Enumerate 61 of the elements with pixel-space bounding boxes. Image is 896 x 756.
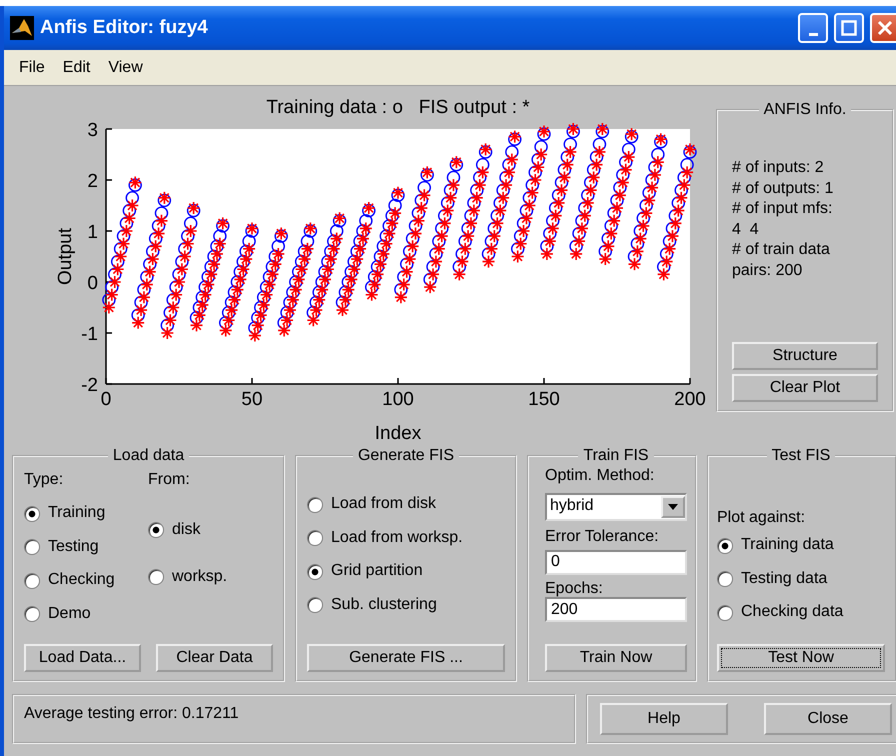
radio-label[interactable]: Checking [48, 572, 115, 589]
panel-title: Test FIS [770, 448, 832, 464]
status-text: Average testing error: 0.17211 [24, 706, 239, 723]
radio-label[interactable]: Grid partition [331, 563, 423, 580]
panel-button[interactable]: Load Data... [24, 644, 141, 672]
window-title: Anfis Editor: fuzy4 [40, 16, 209, 40]
dialog-button[interactable]: Close [764, 703, 892, 735]
info-text: # of input mfs: [732, 199, 834, 219]
method-dropdown[interactable]: hybrid [545, 492, 687, 521]
panel-button[interactable]: Test Now [717, 644, 885, 672]
tick-label: -2 [81, 375, 98, 396]
panel-title: Train FIS [582, 448, 650, 464]
panel-button[interactable]: Structure [732, 342, 878, 370]
tick-label: 1 [87, 222, 98, 243]
info-text: # of inputs: 2 [732, 158, 825, 178]
dialog-button[interactable]: Help [600, 703, 728, 735]
radio-label[interactable]: Testing data [741, 570, 828, 588]
info-text: # of outputs: 1 [732, 178, 834, 198]
axis-label: Output [55, 228, 76, 286]
field-label: Plot against: [717, 510, 806, 527]
tick-label: 3 [87, 120, 98, 141]
info-text: pairs: 200 [732, 260, 804, 280]
radio-label[interactable]: Load from disk [331, 496, 436, 514]
epochs-field[interactable]: 200 [545, 597, 687, 622]
menu-item[interactable]: File [10, 56, 54, 80]
radio-label[interactable]: Sub. clustering [331, 596, 437, 614]
tick-label: 100 [382, 389, 414, 410]
column-label: Type: [24, 472, 64, 489]
radio-label[interactable]: Load from worksp. [331, 530, 463, 547]
radio-label[interactable]: disk [172, 522, 200, 539]
chart-title: Training data : o FIS output : * [266, 97, 530, 118]
panel-title: Load data [112, 448, 186, 464]
tolerance-field[interactable]: 0 [545, 550, 687, 575]
radio-label[interactable]: Checking data [741, 604, 844, 621]
panel-button[interactable]: Train Now [545, 644, 687, 672]
field-label: Optim. Method: [545, 468, 656, 485]
radio-label[interactable]: worksp. [172, 568, 228, 586]
panel-button[interactable]: Generate FIS ... [307, 644, 505, 672]
panel-title: ANFIS Info. [762, 102, 848, 118]
menu-item[interactable]: Edit [54, 56, 100, 80]
radio-label[interactable]: Training [48, 505, 106, 522]
axis-label: Index [374, 423, 422, 443]
radio-label[interactable]: Training data [741, 537, 834, 554]
panel-button[interactable]: Clear Data [156, 644, 273, 672]
field-label: Error Tolerance: [545, 528, 660, 546]
panel-button[interactable]: Clear Plot [732, 374, 878, 402]
panel-title: Generate FIS [356, 448, 456, 464]
column-label: From: [148, 472, 191, 489]
tick-label: -1 [81, 324, 98, 345]
tick-label: 0 [100, 389, 112, 410]
tick-label: 50 [241, 389, 263, 410]
radio-label[interactable]: Demo [48, 606, 91, 622]
radio-label[interactable]: Testing [48, 538, 99, 556]
tick-label: 2 [87, 171, 98, 192]
tick-label: 0 [87, 273, 98, 294]
tick-label: 200 [674, 389, 706, 410]
tick-label: 150 [528, 389, 560, 410]
field-label: Epochs: [545, 580, 604, 598]
menu-item[interactable]: View [99, 56, 152, 80]
info-text: # of train data [732, 240, 831, 260]
info-text: 4 4 [732, 220, 760, 240]
